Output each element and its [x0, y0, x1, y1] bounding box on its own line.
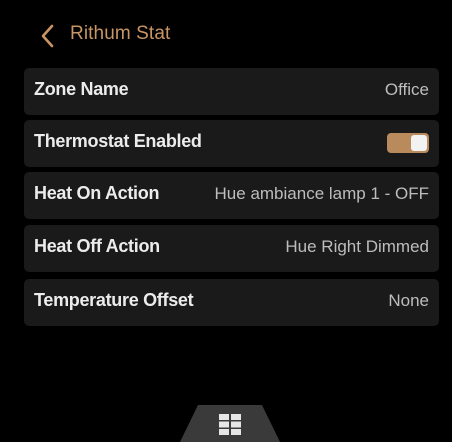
heat-off-action-row[interactable]: Heat Off Action Hue Right Dimmed — [24, 225, 439, 272]
heat-off-action-value: Hue Right Dimmed — [285, 237, 429, 256]
zone-name-row[interactable]: Zone Name Office — [24, 68, 439, 115]
chevron-left-icon — [38, 22, 60, 50]
temperature-offset-label: Temperature Offset — [34, 290, 194, 310]
temperature-offset-row[interactable]: Temperature Offset None — [24, 279, 439, 326]
thermostat-enabled-label: Thermostat Enabled — [34, 131, 202, 151]
heat-off-action-label: Heat Off Action — [34, 236, 160, 256]
thermostat-enabled-row: Thermostat Enabled — [24, 120, 439, 167]
grid-menu-icon — [219, 414, 241, 435]
toggle-knob — [411, 135, 427, 151]
zone-name-label: Zone Name — [34, 79, 129, 99]
heat-on-action-value: Hue ambiance lamp 1 - OFF — [214, 184, 429, 203]
page-title: Rithum Stat — [70, 23, 171, 44]
heat-on-action-row[interactable]: Heat On Action Hue ambiance lamp 1 - OFF — [24, 172, 439, 219]
header: Rithum Stat — [0, 0, 452, 62]
temperature-offset-value: None — [388, 291, 429, 310]
back-button[interactable] — [38, 22, 60, 50]
thermostat-enabled-toggle[interactable] — [387, 133, 429, 153]
zone-name-value: Office — [384, 80, 429, 99]
heat-on-action-label: Heat On Action — [34, 183, 160, 203]
bottom-menu-tab[interactable] — [180, 405, 280, 442]
